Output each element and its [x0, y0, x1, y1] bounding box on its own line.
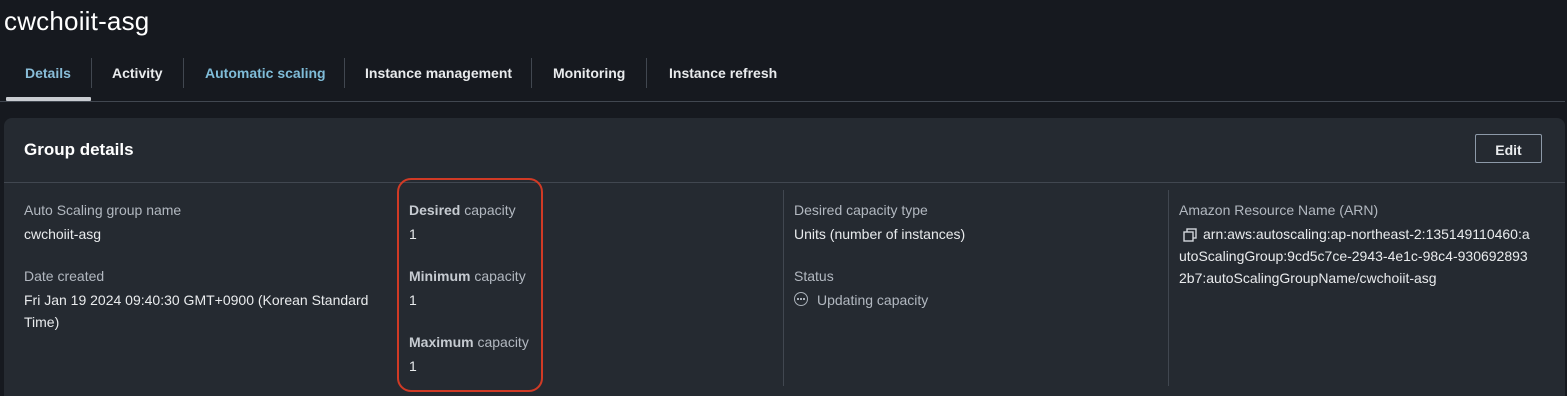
arn-label: Amazon Resource Name (ARN)	[1179, 202, 1379, 218]
tab-divider	[531, 58, 532, 88]
tab-details[interactable]: Details	[25, 55, 71, 99]
tab-instance-refresh[interactable]: Instance refresh	[669, 55, 777, 99]
asg-name-value: cwchoiit-asg	[24, 226, 102, 242]
arn-value-line-1: arn:aws:autoscaling:ap-northeast-2:13514…	[1203, 226, 1530, 242]
status-value: Updating capacity	[817, 292, 929, 308]
column-divider	[1168, 190, 1169, 386]
active-tab-indicator	[6, 97, 91, 101]
tab-monitoring[interactable]: Monitoring	[553, 55, 625, 99]
desired-capacity-type-value: Units (number of instances)	[794, 226, 966, 242]
panel-header: Group details Edit	[4, 118, 1565, 183]
date-created-label: Date created	[24, 268, 105, 284]
arn-value-line-3: 2b7:autoScalingGroupName/cwchoiit-asg	[1179, 270, 1437, 286]
date-created-value: Fri Jan 19 2024 09:40:30 GMT+0900 (Korea…	[24, 292, 369, 330]
edit-button[interactable]: Edit	[1475, 134, 1542, 163]
status-label: Status	[794, 268, 834, 284]
tab-bar: Details Activity Automatic scaling Insta…	[0, 55, 1565, 102]
tab-activity[interactable]: Activity	[112, 55, 163, 99]
capacity-highlight-annotation	[397, 178, 543, 392]
tab-automatic-scaling[interactable]: Automatic scaling	[205, 55, 326, 99]
copy-icon[interactable]	[1182, 227, 1198, 243]
page-title: cwchoiit-asg	[4, 6, 150, 36]
tab-divider	[344, 58, 345, 88]
asg-name-label: Auto Scaling group name	[24, 202, 182, 218]
tab-divider	[91, 58, 92, 88]
desired-capacity-type-label: Desired capacity type	[794, 202, 928, 218]
panel-title: Group details	[24, 140, 134, 159]
column-divider	[783, 190, 784, 386]
tab-divider	[183, 58, 184, 88]
tab-divider	[646, 58, 647, 88]
tab-instance-management[interactable]: Instance management	[365, 55, 512, 99]
arn-value-line-2: utoScalingGroup:9cd5c7ce-2943-4e1c-98c4-…	[1179, 248, 1528, 264]
in-progress-icon	[794, 292, 808, 306]
